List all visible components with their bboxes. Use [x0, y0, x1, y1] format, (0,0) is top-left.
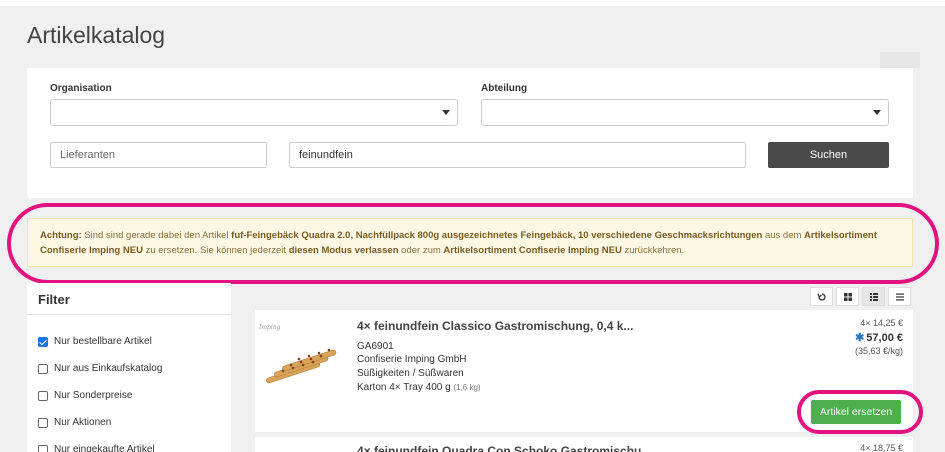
filter-title: Filter	[38, 292, 70, 307]
total-price: ✱ 57,00 €	[855, 331, 903, 344]
price-star-icon: ✱	[855, 332, 865, 344]
search-button[interactable]: Suchen	[768, 142, 889, 168]
filter-purchase-catalog[interactable]: Nur aus Einkaufskatalog	[38, 363, 162, 374]
filter-special-prices[interactable]: Nur Sonderpreise	[38, 390, 132, 401]
product-supplier: Confiserie Imping GmbH	[357, 354, 467, 365]
price-value: 57,00 €	[866, 332, 903, 344]
product-title[interactable]: 4× feinundfein Quadra Con Schoko Gastrom…	[357, 444, 651, 452]
filter-label: Nur aus Einkaufskatalog	[54, 363, 163, 374]
product-title[interactable]: 4× feinundfein Classico Gastromischung, …	[357, 319, 633, 333]
filter-label: Nur Sonderpreise	[54, 390, 133, 401]
alert-article-name: fuf-Feingebäck Quadra 2.0, Nachfüllpack …	[231, 230, 763, 241]
divider	[27, 314, 231, 315]
supplier-input[interactable]	[50, 142, 267, 168]
filter-promotions[interactable]: Nur Aktionen	[38, 417, 111, 428]
organisation-label: Organisation	[50, 83, 112, 94]
compact-list-icon[interactable]	[888, 287, 911, 306]
brand-logo: Imping	[259, 324, 281, 331]
product-card[interactable]: 4× feinundfein Quadra Con Schoko Gastrom…	[255, 437, 913, 452]
chevron-down-icon	[442, 110, 450, 115]
header-strip	[880, 52, 920, 68]
product-packaging: Karton 4× Tray 400 g (1,6 kg)	[357, 382, 481, 393]
packaging-weight: (1,6 kg)	[453, 383, 481, 392]
product-category: Süßigkeiten / Süßwaren	[357, 368, 464, 379]
unit-price: 4× 18,75 €	[860, 443, 903, 452]
checkbox[interactable]	[38, 444, 48, 452]
back-to-assortment-link[interactable]: Artikelsortiment Confiserie Imping NEU	[443, 245, 621, 256]
alert-warning-label: Achtung:	[40, 230, 82, 241]
checkbox[interactable]	[38, 390, 48, 401]
page-title: Artikelkatalog	[27, 22, 166, 48]
unit-price: 4× 14,25 €	[860, 318, 903, 328]
grid-view-icon[interactable]	[836, 287, 859, 306]
alert-text: oder zum	[398, 245, 444, 256]
packaging-text: Karton 4× Tray 400 g	[357, 382, 451, 393]
replace-mode-alert: Achtung: Sind sind gerade dabei den Arti…	[27, 218, 913, 267]
department-select[interactable]	[481, 99, 889, 126]
filter-label: Nur Aktionen	[54, 417, 112, 428]
filter-orderable[interactable]: Nur bestellbare Artikel	[38, 336, 152, 347]
product-image	[266, 348, 337, 384]
checkbox[interactable]	[38, 363, 48, 374]
product-code: GA6901	[357, 341, 394, 352]
exit-mode-link[interactable]: diesen Modus verlassen	[289, 245, 399, 256]
top-bar	[0, 0, 945, 6]
checkbox[interactable]	[38, 417, 48, 428]
filter-label: Nur bestellbare Artikel	[54, 336, 152, 347]
filter-label: Nur eingekaufte Artikel	[54, 444, 155, 452]
organisation-select[interactable]	[50, 99, 458, 126]
checkbox[interactable]	[38, 336, 48, 347]
search-input[interactable]	[289, 142, 746, 168]
chevron-down-icon	[873, 110, 881, 115]
product-card[interactable]: Imping 4× feinundfein Classico Gastromis…	[255, 310, 913, 432]
alert-text: aus dem	[762, 230, 805, 241]
alert-text: zu ersetzen. Sie können jederzeit	[142, 245, 289, 256]
reset-icon[interactable]	[810, 287, 833, 306]
alert-text: Sind sind gerade dabei den Artikel	[81, 230, 232, 241]
department-label: Abteilung	[481, 83, 528, 94]
alert-text: zurückkehren.	[621, 245, 685, 256]
filter-panel: Filter Nur bestellbare Artikel Nur aus E…	[27, 283, 231, 452]
search-panel: Organisation Abteilung Suchen	[27, 68, 913, 198]
view-toggle-group	[807, 287, 911, 306]
list-view-icon[interactable]	[862, 287, 885, 306]
filter-purchased[interactable]: Nur eingekaufte Artikel	[38, 444, 155, 452]
price-per-kg: (35,63 €/kg)	[854, 346, 903, 356]
replace-article-button[interactable]: Artikel ersetzen	[811, 400, 901, 424]
